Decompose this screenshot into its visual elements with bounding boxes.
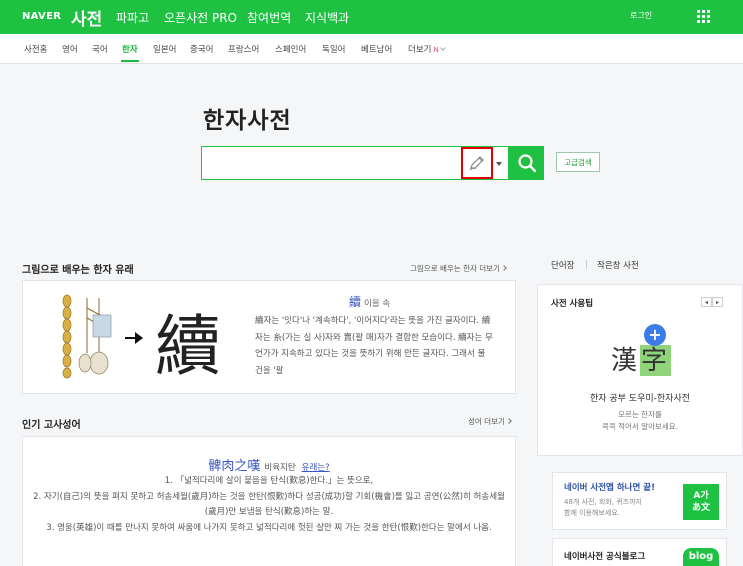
dictionary-logo[interactable]: 사전: [71, 5, 102, 30]
grid-icon[interactable]: [697, 10, 710, 23]
tab-more[interactable]: 더보기 N: [408, 43, 446, 55]
nav-open-dictionary-pro[interactable]: 오픈사전 PRO: [164, 9, 237, 26]
tip-title[interactable]: 한자 공부 도우미-한자사전: [537, 391, 743, 404]
idiom-section-heading: 인기 고사성어: [22, 420, 81, 431]
blog-promo-title[interactable]: 네이버사전 공식블로그: [564, 550, 645, 562]
origin-more-link[interactable]: 그림으로 배우는 한자 더보기: [410, 263, 507, 274]
chevron-right-icon: [501, 265, 507, 271]
tip-description: 모르는 한자를 콕콕 적어서 알아보세요.: [537, 409, 743, 433]
tab-english[interactable]: 영어: [62, 43, 78, 55]
nav-papago[interactable]: 파파고: [116, 9, 149, 26]
tips-heading: 사전 사용팁: [551, 299, 594, 309]
tab-chinese[interactable]: 중국어: [190, 43, 213, 55]
idiom-hanja[interactable]: 髀肉之嘆: [208, 459, 260, 474]
origin-section-heading: 그림으로 배우는 한자 유래: [22, 265, 134, 276]
idiom-definitions: 1. 「넓적다리에 살이 붙음을 탄식(歎息)한다.」는 뜻으로, 2. 자기(…: [30, 474, 508, 536]
sidebar-tab-mini-dictionary[interactable]: 작은창 사전: [597, 259, 639, 271]
nav-participation-translation[interactable]: 참여번역: [247, 9, 291, 26]
app-desc-line: 함께 이용해보세요.: [564, 509, 620, 517]
nav-knowledge-encyclopedia[interactable]: 지식백과: [305, 9, 349, 26]
origin-hanja-title[interactable]: 續 이을 속: [349, 293, 390, 310]
handwriting-input-button[interactable]: [461, 147, 493, 179]
sidebar-tab-wordbook[interactable]: 단어장: [551, 259, 574, 271]
idiom-more-label: 성어 더보기: [468, 417, 505, 426]
search-input[interactable]: [208, 153, 458, 175]
origin-more-label: 그림으로 배우는 한자 더보기: [410, 264, 500, 273]
idiom-origin-link[interactable]: 유래는?: [302, 463, 330, 473]
sidebar-tab-divider: [586, 260, 587, 269]
search-button[interactable]: [509, 146, 544, 180]
naver-logo[interactable]: NAVER: [22, 11, 61, 22]
login-button[interactable]: 로그인: [630, 10, 652, 21]
tab-french[interactable]: 프랑스어: [228, 43, 259, 55]
caret-down-icon[interactable]: [496, 162, 502, 166]
idiom-title: 髀肉之嘆 비육지탄 유래는?: [22, 455, 516, 474]
idiom-definition: 2. 자기(自己)의 뜻을 펴지 못하고 허송세월(歲月)하는 것을 한탄(恨歎…: [33, 491, 505, 518]
tips-next-button[interactable]: ▸: [712, 297, 723, 307]
tab-vietnamese[interactable]: 베트남어: [361, 43, 392, 55]
hanja-origin-illustration: 續: [62, 294, 221, 381]
chevron-right-icon: ▸: [715, 298, 719, 306]
app-icon-line: あ文: [691, 503, 710, 513]
text-fade-overlay: [430, 360, 500, 378]
page-title: 한자사전: [203, 108, 292, 134]
tab-hanja[interactable]: 한자: [122, 43, 138, 55]
idiom-more-link[interactable]: 성어 더보기: [468, 416, 512, 427]
tip-desc-line: 콕콕 적어서 알아보세요.: [601, 422, 679, 431]
dictionary-app-icon[interactable]: A가 あ文: [683, 484, 719, 520]
idiom-reading: 비육지탄: [264, 463, 296, 473]
hanja-illustration-char1: 漢: [611, 346, 638, 376]
app-promo-title[interactable]: 네이버 사전앱 하나면 끝!: [564, 481, 655, 493]
chevron-left-icon: ◂: [704, 298, 708, 306]
tab-spanish[interactable]: 스페인어: [275, 43, 306, 55]
advanced-search-button[interactable]: 고급검색: [556, 152, 600, 172]
language-tab-bar: 사전홈 영어 국어 한자 일본어 중국어 프랑스어 스페인어 독일어 베트남어 …: [0, 34, 743, 64]
app-promo-description: 48개 사전, 회화, 퀴즈까지 함께 이용해보세요.: [564, 497, 674, 519]
blog-icon[interactable]: blog: [683, 548, 719, 566]
chevron-right-icon: [506, 418, 512, 424]
tab-korean[interactable]: 국어: [92, 43, 108, 55]
app-icon-line: A가: [693, 491, 709, 501]
idiom-definition: 1. 「넓적다리에 살이 붙음을 탄식(歎息)한다.」는 뜻으로,: [164, 476, 374, 486]
plus-icon: +: [644, 324, 666, 346]
tab-japanese[interactable]: 일본어: [153, 43, 176, 55]
search-icon: [517, 154, 536, 173]
active-tab-indicator: [121, 60, 139, 62]
tab-dictionary-home[interactable]: 사전홈: [24, 43, 47, 55]
origin-hanja-reading: 이을 속: [364, 299, 391, 309]
tab-german[interactable]: 독일어: [322, 43, 345, 55]
pen-icon: [469, 156, 484, 171]
idiom-definition: 3. 영웅(英雄)이 때를 만나지 못하여 싸움에 나가지 못하고 넓적다리에 …: [46, 522, 492, 533]
app-desc-line: 48개 사전, 회화, 퀴즈까지: [564, 498, 642, 506]
origin-hanja: 續: [349, 295, 362, 309]
hanja-character-drawing: 續: [155, 308, 221, 381]
new-badge: N: [433, 46, 439, 54]
tips-prev-button[interactable]: ◂: [701, 297, 712, 307]
chevron-down-icon: [439, 45, 446, 51]
tip-desc-line: 모르는 한자를: [618, 410, 662, 419]
top-bar: NAVER 사전 파파고 오픈사전 PRO 참여번역 지식백과 로그인: [0, 0, 743, 34]
tab-more-label: 더보기: [408, 45, 432, 55]
